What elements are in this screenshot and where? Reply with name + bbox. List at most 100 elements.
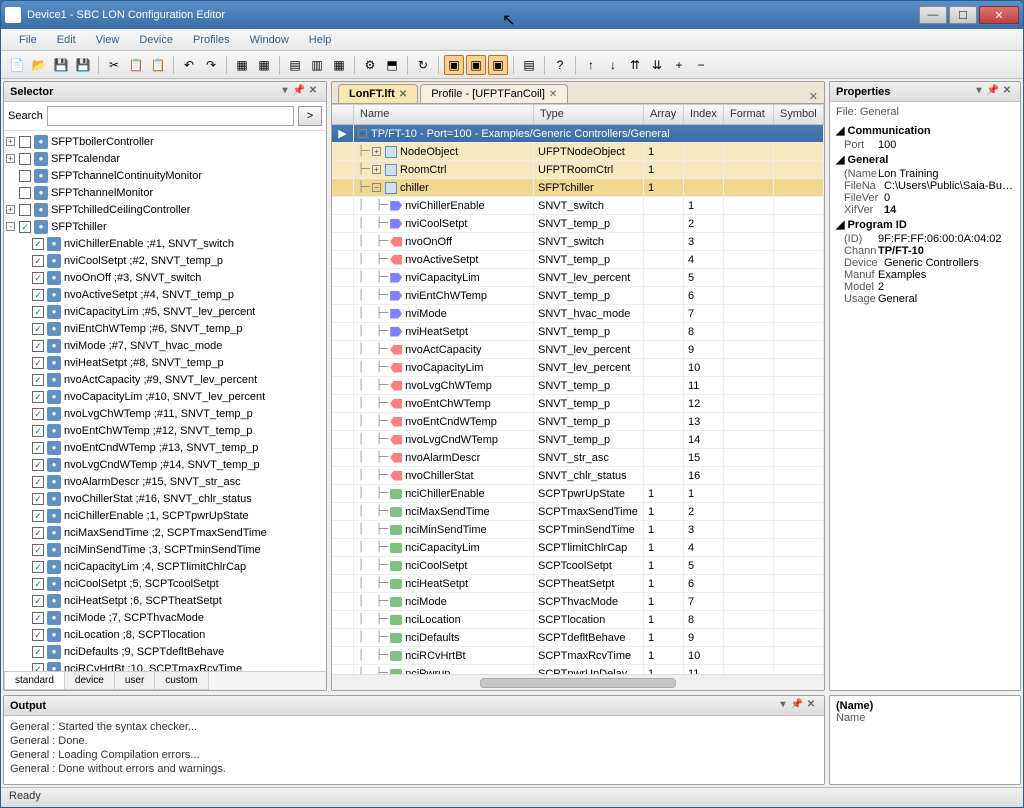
tree-checkbox[interactable]: ✓ [32, 476, 44, 488]
tree-node[interactable]: ✓●nvoChillerStat ;#16, SNVT_chlr_status [6, 490, 324, 507]
grid-nv-row[interactable]: │ ├─nciHeatSetptSCPTheatSetpt16 [332, 575, 824, 593]
properties-pin-icon[interactable]: 📌 [986, 85, 1000, 99]
tree-checkbox[interactable]: ✓ [32, 629, 44, 641]
grid-nv-row[interactable]: │ ├─nviEntChWTempSNVT_temp_p6 [332, 287, 824, 305]
tree-checkbox[interactable]: ✓ [32, 357, 44, 369]
tree-node[interactable]: ✓●nvoEntChWTemp ;#12, SNVT_temp_p [6, 422, 324, 439]
tool-h-icon[interactable]: ▤ [519, 55, 539, 75]
tree-node[interactable]: ✓●nciCapacityLim ;4, SCPTlimitChlrCap [6, 558, 324, 575]
tree-node[interactable]: ✓●nciDefaults ;9, SCPTdefltBehave [6, 643, 324, 660]
grid-nv-row[interactable]: │ ├─nciLocationSCPTlocation18 [332, 611, 824, 629]
tree-checkbox[interactable]: ✓ [32, 408, 44, 420]
selector-tab-standard[interactable]: standard [4, 672, 65, 690]
grid-nv-row[interactable]: │ ├─nciChillerEnableSCPTpwrUpState11 [332, 485, 824, 503]
tree-checkbox[interactable]: ✓ [32, 272, 44, 284]
properties-close-icon[interactable]: ✕ [1000, 85, 1014, 99]
grid-nv-row[interactable]: │ ├─nvoChillerStatSNVT_chlr_status16 [332, 467, 824, 485]
tree-checkbox[interactable]: ✓ [32, 289, 44, 301]
properties-row[interactable]: FileVer0 [836, 192, 1014, 204]
tree-checkbox[interactable]: ✓ [32, 374, 44, 386]
tree-checkbox[interactable]: ✓ [32, 306, 44, 318]
tree-node[interactable]: ✓●nvoActiveSetpt ;#4, SNVT_temp_p [6, 286, 324, 303]
tabstrip-close-icon[interactable]: ✕ [809, 90, 818, 103]
paste-icon[interactable]: 📋 [148, 55, 168, 75]
view2-icon[interactable]: ▣ [466, 55, 486, 75]
grid-nv-row[interactable]: │ ├─nvoLvgChWTempSNVT_temp_p11 [332, 377, 824, 395]
tree-node[interactable]: ✓●nviHeatSetpt ;#8, SNVT_temp_p [6, 354, 324, 371]
prop-value[interactable]: 100 [878, 139, 1014, 151]
tree-node[interactable]: ✓●nciMode ;7, SCPThvacMode [6, 609, 324, 626]
grid-scrollbar[interactable] [332, 674, 824, 690]
tree-node[interactable]: ✓●nvoCapacityLim ;#10, SNVT_lev_percent [6, 388, 324, 405]
menu-window[interactable]: Window [242, 32, 297, 48]
tool-g-icon[interactable]: ⬒ [382, 55, 402, 75]
selector-tree[interactable]: +●SFPTboilerController+●SFPTcalendar●SFP… [4, 131, 326, 671]
grid-nv-row[interactable]: │ ├─nciRCvHrtBtSCPTmaxRcvTime110 [332, 647, 824, 665]
tree-checkbox[interactable] [19, 153, 31, 165]
saveall-icon[interactable]: 💾 [73, 55, 93, 75]
tree-node[interactable]: ✓●nvoAlarmDescr ;#15, SNVT_str_asc [6, 473, 324, 490]
tree-node[interactable]: ✓●nvoOnOff ;#3, SNVT_switch [6, 269, 324, 286]
tool-e-icon[interactable]: ▦ [329, 55, 349, 75]
prop-value[interactable]: Lon Training [878, 168, 1014, 180]
tree-node[interactable]: ✓●nvoLvgChWTemp ;#11, SNVT_temp_p [6, 405, 324, 422]
tree-node[interactable]: ✓●nciMinSendTime ;3, SCPTminSendTime [6, 541, 324, 558]
menu-profiles[interactable]: Profiles [185, 32, 238, 48]
grid-nv-row[interactable]: │ ├─nciMaxSendTimeSCPTmaxSendTime12 [332, 503, 824, 521]
grid-nv-row[interactable]: │ ├─nvoActCapacitySNVT_lev_percent9 [332, 341, 824, 359]
tree-node[interactable]: +●SFPTcalendar [6, 150, 324, 167]
tree-checkbox[interactable]: ✓ [32, 663, 44, 672]
expand-icon[interactable]: + [6, 154, 15, 163]
minimize-button[interactable]: — [919, 6, 947, 24]
properties-section[interactable]: ◢ Program ID [836, 218, 1014, 231]
grid-fblock-row[interactable]: ├─− chillerSFPTchiller1 [332, 179, 824, 197]
tree-checkbox[interactable]: ✓ [19, 221, 31, 233]
grid-nv-row[interactable]: │ ├─nciCapacityLimSCPTlimitChlrCap14 [332, 539, 824, 557]
expand-icon[interactable]: + [6, 205, 15, 214]
grid-nv-row[interactable]: │ ├─nvoAlarmDescrSNVT_str_asc15 [332, 449, 824, 467]
prop-value[interactable]: 2 [878, 281, 1014, 293]
properties-row[interactable]: Model2 [836, 281, 1014, 293]
tree-node[interactable]: ✓●nviMode ;#7, SNVT_hvac_mode [6, 337, 324, 354]
col-array[interactable]: Array [644, 105, 684, 124]
redo-icon[interactable]: ↷ [201, 55, 221, 75]
properties-row[interactable]: XifVer14 [836, 204, 1014, 216]
grid-nv-row[interactable]: │ ├─nvoEntChWTempSNVT_temp_p12 [332, 395, 824, 413]
prop-value[interactable]: C:\Users\Public\Saia-Burgess [884, 180, 1014, 192]
tree-checkbox[interactable]: ✓ [32, 612, 44, 624]
tab-close-icon[interactable]: ✕ [549, 89, 557, 100]
tree-checkbox[interactable]: ✓ [32, 459, 44, 471]
tree-node[interactable]: ✓●nviCoolSetpt ;#2, SNVT_temp_p [6, 252, 324, 269]
prop-value[interactable]: Generic Controllers [884, 257, 1014, 269]
col-type[interactable]: Type [534, 105, 644, 124]
expand-icon[interactable]: + [6, 137, 15, 146]
grid-nv-row[interactable]: │ ├─nvoLvgCndWTempSNVT_temp_p14 [332, 431, 824, 449]
copy-icon[interactable]: 📋 [126, 55, 146, 75]
refresh-icon[interactable]: ↻ [413, 55, 433, 75]
menu-view[interactable]: View [88, 32, 128, 48]
tree-checkbox[interactable]: ✓ [32, 255, 44, 267]
grid-root-row[interactable]: ▶−TP/FT-10 - Port=100 - Examples/Generic… [332, 125, 824, 143]
grid[interactable]: Name Type Array Index Format Symbol ▶−TP… [332, 104, 824, 674]
tree-checkbox[interactable]: ✓ [32, 646, 44, 658]
grid-nv-row[interactable]: │ ├─nviModeSNVT_hvac_mode7 [332, 305, 824, 323]
tree-checkbox[interactable]: ✓ [32, 340, 44, 352]
titlebar[interactable]: Device1 - SBC LON Configuration Editor —… [1, 1, 1023, 29]
tab-lonft[interactable]: LonFT.lft✕ [338, 84, 418, 103]
menu-help[interactable]: Help [301, 32, 340, 48]
col-index[interactable]: Index [684, 105, 724, 124]
col-format[interactable]: Format [724, 105, 774, 124]
selector-pin-icon[interactable]: 📌 [292, 85, 306, 99]
search-input[interactable] [47, 106, 294, 126]
tree-checkbox[interactable] [19, 187, 31, 199]
grid-nv-row[interactable]: │ ├─nviCoolSetptSNVT_temp_p2 [332, 215, 824, 233]
collapse-icon[interactable]: − [691, 55, 711, 75]
undo-icon[interactable]: ↶ [179, 55, 199, 75]
tree-checkbox[interactable] [19, 204, 31, 216]
prop-value[interactable]: TP/FT-10 [878, 245, 1014, 257]
properties-row[interactable]: DeviceGeneric Controllers [836, 257, 1014, 269]
menu-file[interactable]: File [11, 32, 45, 48]
new-icon[interactable]: 📄 [7, 55, 27, 75]
selector-tab-user[interactable]: user [114, 672, 155, 690]
move-top-icon[interactable]: ⇈ [625, 55, 645, 75]
